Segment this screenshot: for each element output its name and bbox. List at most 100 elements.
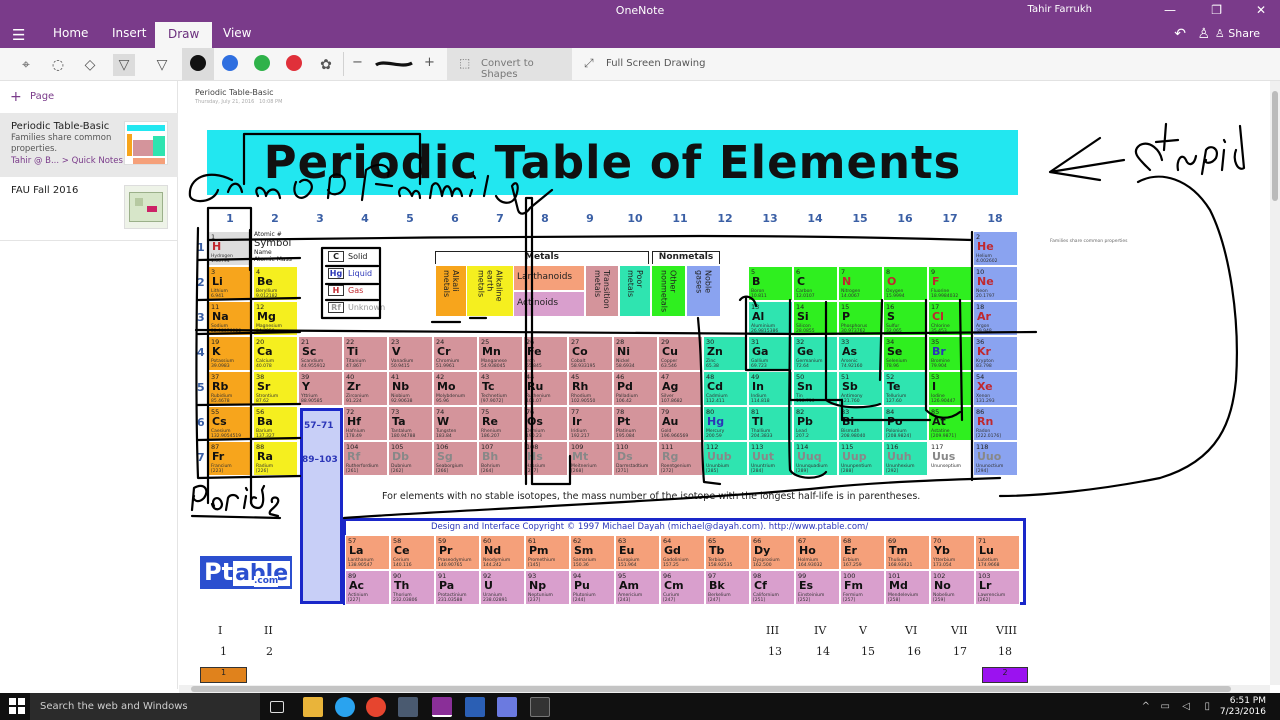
tab-insert[interactable]: Insert: [112, 26, 146, 40]
element-cell: 4 Be Beryllium 9.012182: [253, 266, 298, 301]
horizontal-scrollbar[interactable]: [179, 685, 1270, 693]
restore-icon[interactable]: ❐: [1211, 3, 1222, 17]
element-symbol: Pr: [439, 544, 453, 557]
element-symbol: Co: [572, 345, 588, 358]
period-number: 7: [197, 451, 205, 464]
undo-icon[interactable]: ↶: [1174, 26, 1186, 42]
page-item-periodic-table[interactable]: Periodic Table-Basic Families share comm…: [0, 113, 178, 177]
onenote-window: OneNote Tahir Farrukh — ❐ ✕ ☰ Home Inser…: [0, 0, 1280, 720]
element-cell: 46 Pd Palladium 106.42: [613, 371, 658, 406]
task-view-icon[interactable]: [270, 701, 284, 713]
pen-color-black[interactable]: [190, 55, 206, 71]
pen-color-green[interactable]: [254, 55, 270, 71]
skype-icon[interactable]: [335, 697, 355, 717]
lasso-select-icon[interactable]: ◌: [47, 54, 69, 76]
toolbar-separator: [343, 52, 344, 76]
key-atomic: Atomic #: [254, 231, 282, 238]
color-palette-icon[interactable]: ✿: [315, 54, 337, 76]
vertical-scroll-thumb[interactable]: [1272, 91, 1278, 201]
element-symbol: K: [212, 345, 221, 358]
atomic-mass: 200.59: [706, 434, 722, 439]
element-symbol: Uut: [752, 450, 775, 463]
chrome-icon[interactable]: [366, 697, 386, 717]
group-number: 6: [451, 212, 459, 225]
element-cell: 102 No Nobelium [259]: [930, 570, 975, 605]
add-page-label[interactable]: Page: [30, 91, 54, 102]
atomic-mass: 118.710: [796, 399, 815, 404]
tab-view[interactable]: View: [223, 26, 251, 40]
element-symbol: Cf: [754, 579, 767, 592]
pen-thickness-preview: [375, 61, 413, 67]
element-symbol: Es: [799, 579, 814, 592]
pen-color-blue[interactable]: [222, 55, 238, 71]
fullscreen-label[interactable]: Full Screen Drawing: [606, 58, 705, 69]
add-page-icon[interactable]: +: [10, 89, 22, 105]
tray-arrow-icon[interactable]: ^: [1142, 701, 1150, 712]
thicker-pen-button[interactable]: +: [424, 55, 435, 70]
tab-home[interactable]: Home: [53, 26, 88, 40]
element-symbol: Zr: [347, 380, 361, 393]
taskbar-clock[interactable]: 6:51 PM 7/23/2016: [1220, 696, 1266, 718]
element-symbol: Sb: [842, 380, 858, 393]
hamburger-menu-icon[interactable]: ☰: [12, 26, 25, 44]
lanthanide-actinide-bracket: [300, 408, 343, 604]
page-item-fau-fall[interactable]: FAU Fall 2016: [0, 177, 178, 241]
taskbar-search-box[interactable]: Search the web and Windows: [30, 693, 260, 720]
element-cell: 95 Am Americium [243]: [615, 570, 660, 605]
group-number: 18: [987, 212, 1003, 225]
horizontal-scroll-thumb[interactable]: [191, 686, 1231, 692]
page-item-location[interactable]: Tahir @ B... > Quick Notes: [11, 156, 123, 166]
eraser-icon[interactable]: ◇: [79, 54, 101, 76]
element-symbol: Si: [797, 310, 809, 323]
category-noble: Noble gases: [687, 266, 720, 316]
pen-icon[interactable]: ▽: [113, 54, 135, 76]
onenote-taskbar-icon[interactable]: [432, 697, 452, 717]
fullscreen-icon[interactable]: ⤢: [584, 56, 594, 71]
vertical-scrollbar[interactable]: [1270, 81, 1280, 685]
atomic-mass: [262]: [391, 469, 404, 474]
volume-icon[interactable]: ◁: [1182, 701, 1190, 712]
network-icon[interactable]: ▭: [1161, 701, 1170, 712]
atomic-mass: 9.012182: [256, 294, 278, 299]
group-number: 9: [586, 212, 594, 225]
state-symbol: H: [328, 285, 344, 296]
tab-draw[interactable]: Draw: [155, 22, 213, 48]
pen-color-red[interactable]: [286, 55, 302, 71]
highlighter-icon[interactable]: ▽: [151, 54, 173, 76]
discord-icon[interactable]: [497, 697, 517, 717]
minimize-icon[interactable]: —: [1164, 3, 1176, 17]
steam-icon[interactable]: [398, 697, 418, 717]
atomic-mass: 72.64: [796, 364, 809, 369]
element-cell: 61 Pm Promethium [145]: [525, 535, 570, 570]
convert-to-shapes-button[interactable]: ⬚ Convert to Shapes: [447, 48, 572, 81]
word-icon[interactable]: [465, 697, 485, 717]
app-icon[interactable]: [530, 697, 550, 717]
element-symbol: Al: [752, 310, 765, 323]
element-symbol: Rh: [572, 380, 589, 393]
atomic-mass: [271]: [616, 469, 629, 474]
element-symbol: Tl: [752, 415, 764, 428]
state-label: Solid: [348, 252, 368, 261]
share-button[interactable]: ♙ Share: [1215, 27, 1260, 40]
battery-icon[interactable]: ▯: [1204, 701, 1210, 712]
thinner-pen-button[interactable]: −: [352, 55, 363, 70]
file-explorer-icon[interactable]: [303, 697, 323, 717]
atomic-mass: [145]: [528, 563, 541, 568]
side-note[interactable]: Families share common properties: [1050, 239, 1128, 244]
close-icon[interactable]: ✕: [1256, 3, 1266, 17]
element-symbol: Pa: [439, 579, 455, 592]
element-symbol: Pu: [574, 579, 590, 592]
element-symbol: Tc: [482, 380, 495, 393]
page-title[interactable]: Periodic Table-Basic: [195, 88, 274, 97]
type-select-icon[interactable]: ⌖: [15, 54, 37, 76]
page-date-text: Thursday, July 21, 2016: [195, 99, 255, 105]
element-cell: 93 Np Neptunium [237]: [525, 570, 570, 605]
element-symbol: Uub: [707, 450, 732, 463]
ptable-logo: Ptable .com: [200, 556, 292, 589]
page-list-sidebar: + Page Periodic Table-Basic Families sha…: [0, 81, 178, 689]
atomic-mass: 32.065: [886, 329, 902, 334]
account-icon[interactable]: ♙: [1197, 26, 1210, 42]
element-cell: 30 Zn Zinc 65.38: [703, 336, 748, 371]
user-name[interactable]: Tahir Farrukh: [1028, 4, 1092, 15]
windows-start-icon[interactable]: [8, 697, 26, 715]
